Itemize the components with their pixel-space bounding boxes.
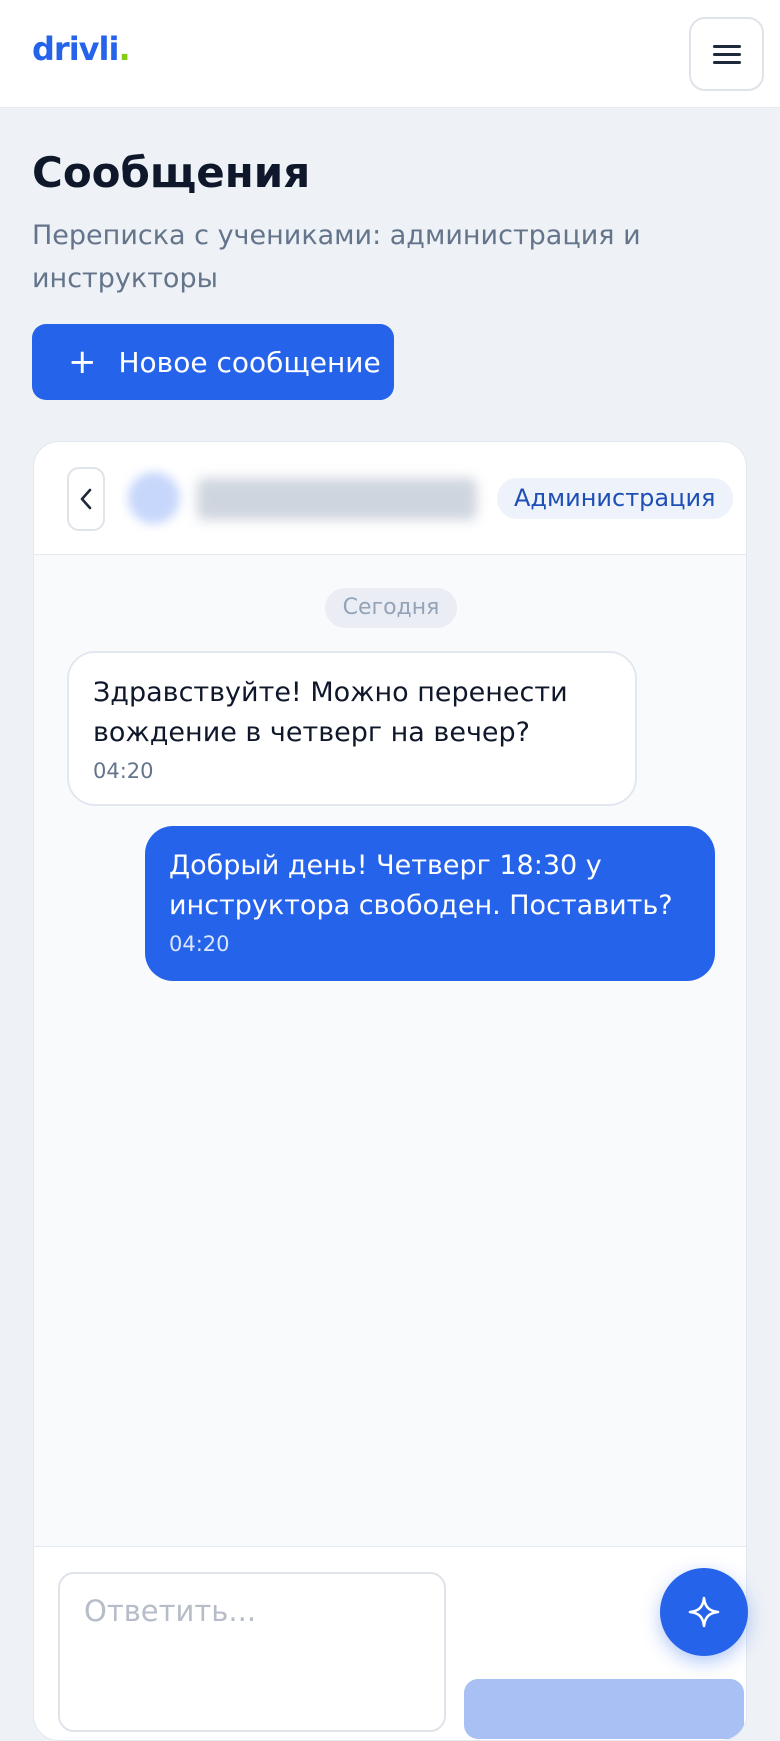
chevron-left-icon (80, 488, 92, 510)
conversation-panel: Администрация Сегодня Здравствуйте! Можн… (33, 441, 747, 1741)
page-title: Сообщения (32, 148, 311, 197)
send-button[interactable] (464, 1679, 744, 1739)
message-time: 04:20 (169, 932, 230, 956)
page-subtitle: Переписка с учениками: администрация и и… (32, 220, 641, 294)
logo[interactable]: drivli. (32, 30, 131, 68)
logo-dot: . (118, 30, 130, 68)
message-bubble-outgoing: Добрый день! Четверг 18:30 у инструктора… (145, 826, 715, 981)
logo-text: drivli (32, 30, 119, 68)
message-text: Здравствуйте! Можно перенести вождение в… (93, 677, 568, 748)
message-text: Добрый день! Четверг 18:30 у инструктора… (169, 850, 673, 921)
date-divider: Сегодня (325, 588, 457, 628)
role-badge: Администрация (497, 478, 733, 519)
sparkle-icon (688, 1596, 720, 1628)
reply-composer (34, 1546, 746, 1740)
reply-input[interactable] (58, 1572, 446, 1732)
back-button[interactable] (67, 467, 105, 531)
new-message-button[interactable]: + Новое сообщение (32, 324, 394, 400)
conversation-header: Администрация (34, 442, 746, 555)
assistant-fab-button[interactable] (660, 1568, 748, 1656)
message-bubble-incoming: Здравствуйте! Можно перенести вождение в… (67, 651, 637, 806)
menu-button[interactable] (689, 17, 764, 91)
new-message-label: Новое сообщение (118, 345, 381, 379)
contact-name-redacted (197, 478, 477, 520)
avatar (128, 472, 180, 524)
hamburger-menu-icon (712, 40, 741, 69)
top-bar: drivli. (0, 0, 780, 108)
plus-icon: + (68, 342, 97, 382)
message-time: 04:20 (93, 759, 154, 783)
